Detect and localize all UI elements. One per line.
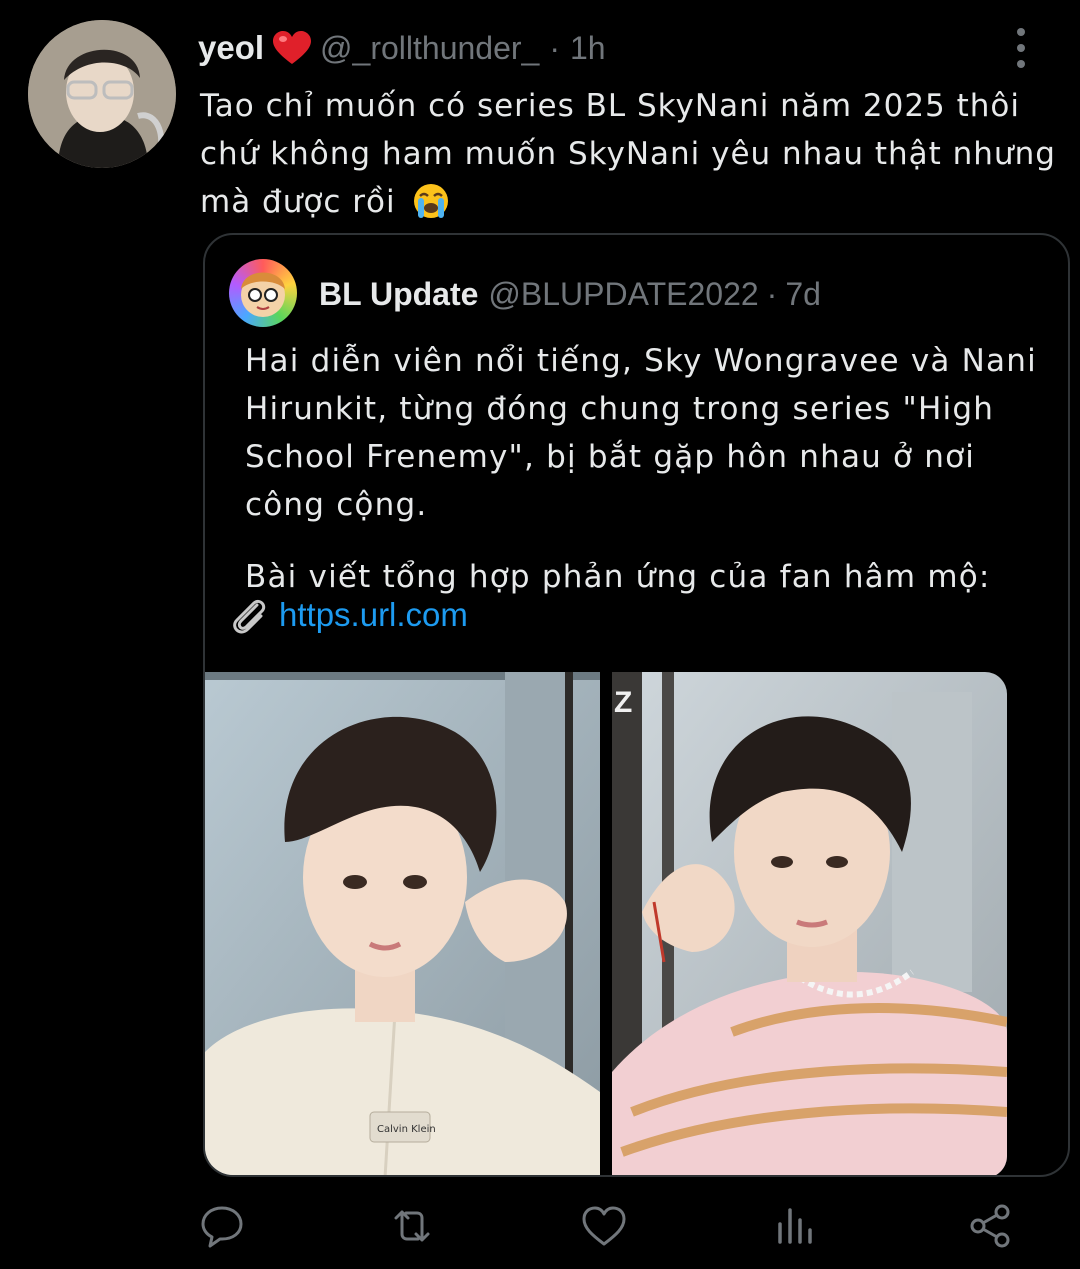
tweet-text: Tao chỉ muốn có series BL SkyNani năm 20…	[200, 82, 1070, 226]
quoted-text: Hai diễn viên nổi tiếng, Sky Wongravee v…	[245, 343, 1037, 523]
quoted-author-handle[interactable]: @BLUPDATE2022	[488, 276, 758, 313]
paperclip-icon	[233, 599, 266, 634]
more-options-icon[interactable]	[1006, 28, 1036, 68]
quoted-author-name[interactable]: BL Update	[319, 276, 478, 313]
reply-icon[interactable]	[198, 1202, 246, 1250]
action-bar	[0, 1196, 1080, 1256]
retweet-icon[interactable]	[388, 1202, 436, 1250]
shirt-label: Calvin Klein	[377, 1124, 436, 1135]
avatar-image	[28, 20, 176, 168]
photo-left-image: Calvin Klein	[205, 672, 600, 1175]
tweet-header: yeol @_rollthunder_ · 1h	[198, 26, 606, 70]
analytics-icon[interactable]	[772, 1202, 820, 1250]
quoted-link[interactable]: https.url.com	[279, 596, 468, 634]
like-icon[interactable]	[580, 1202, 628, 1250]
share-icon[interactable]	[966, 1202, 1014, 1250]
author-name[interactable]: yeol	[198, 29, 264, 67]
quoted-time[interactable]: 7d	[785, 276, 821, 313]
separator-dot: ·	[549, 29, 560, 66]
photo-right-image: Z	[612, 672, 1007, 1175]
media-photo-right[interactable]: Z	[612, 672, 1007, 1175]
loudly-crying-face-icon	[414, 184, 449, 218]
tweet-time[interactable]: 1h	[570, 30, 606, 67]
tweet-body: Tao chỉ muốn có series BL SkyNani năm 20…	[200, 88, 1056, 220]
quoted-header: BL Update @BLUPDATE2022 · 7d	[319, 271, 821, 317]
quoted-avatar-image	[241, 272, 285, 317]
separator-dot: ·	[766, 275, 778, 312]
quoted-link-row: https.url.com	[227, 591, 468, 639]
author-handle[interactable]: @_rollthunder_	[320, 30, 539, 67]
author-avatar[interactable]	[28, 20, 176, 168]
quoted-author-avatar[interactable]	[229, 259, 297, 327]
photo-overlay-text: Z	[614, 686, 632, 719]
media-photo-left[interactable]: Calvin Klein	[205, 672, 600, 1175]
quoted-tweet[interactable]: BL Update @BLUPDATE2022 · 7d Hai diễn vi…	[203, 233, 1070, 1177]
red-heart-icon	[273, 31, 312, 64]
